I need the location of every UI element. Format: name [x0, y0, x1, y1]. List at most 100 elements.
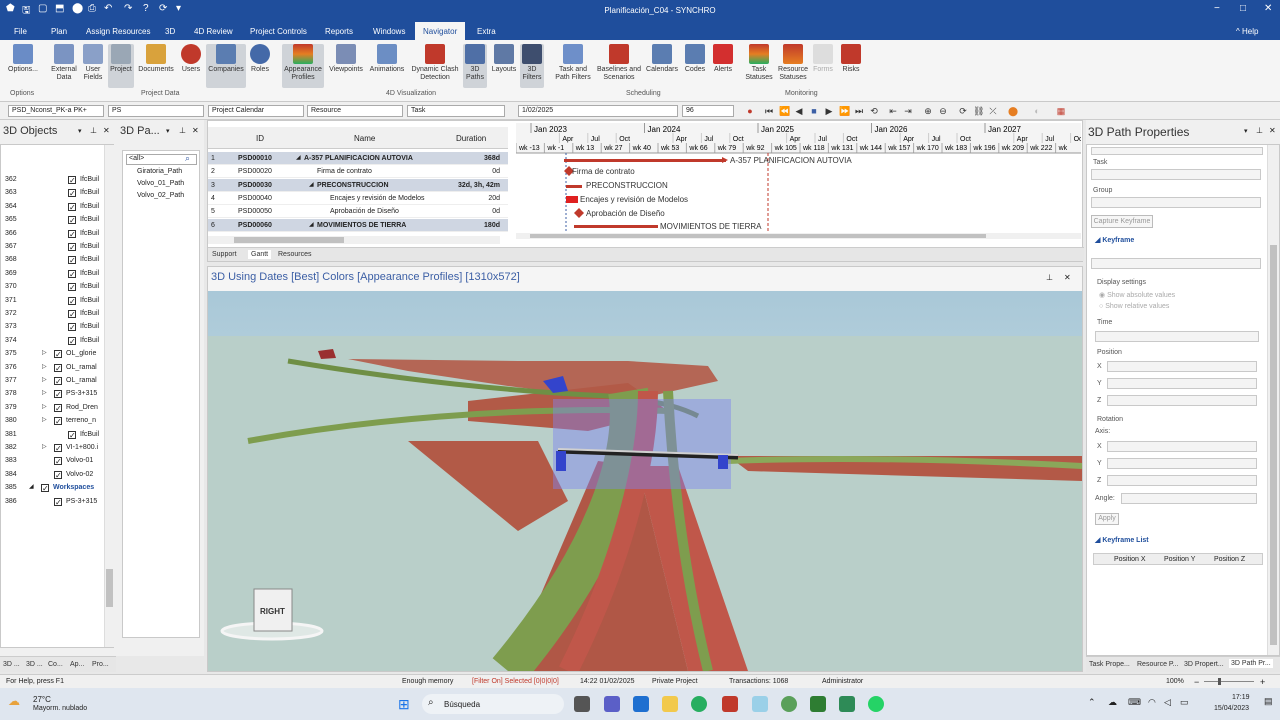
- menu-plan[interactable]: Plan: [51, 27, 67, 36]
- new-icon[interactable]: ▢: [38, 3, 47, 14]
- pin-icon[interactable]: ⊥: [90, 126, 97, 135]
- zoom-slider[interactable]: [1204, 681, 1254, 682]
- store-icon[interactable]: [633, 696, 649, 712]
- visibility-checkbox[interactable]: [68, 174, 76, 186]
- collapse-icon[interactable]: ◢: [309, 179, 314, 192]
- ps-combo[interactable]: PS: [108, 105, 204, 117]
- tree-row[interactable]: 374 IfcBuil: [1, 334, 104, 347]
- help-icon[interactable]: ?: [143, 3, 149, 14]
- companies-button[interactable]: Companies: [206, 44, 246, 88]
- expand-icon[interactable]: ▷: [42, 361, 47, 374]
- rot-z-field[interactable]: [1107, 475, 1257, 486]
- tab-3d-properties[interactable]: 3D Propert...: [1184, 661, 1224, 668]
- rot-y-field[interactable]: [1107, 458, 1257, 469]
- stop-icon[interactable]: ■: [809, 106, 819, 116]
- appearance-profiles-button[interactable]: Appearance Profiles: [282, 44, 324, 88]
- notifications-icon[interactable]: ▤: [1264, 696, 1273, 707]
- resource-statuses-button[interactable]: Resource Statuses: [776, 44, 810, 82]
- col-position-z[interactable]: Position Z: [1214, 556, 1245, 563]
- props-scrollbar[interactable]: [1267, 145, 1279, 655]
- play-back-icon[interactable]: ◀: [794, 106, 804, 116]
- visibility-checkbox[interactable]: [54, 375, 62, 387]
- task-path-filters-button[interactable]: Task and Path Filters: [552, 44, 594, 82]
- menu-extra[interactable]: Extra: [477, 27, 496, 36]
- props-top-field[interactable]: [1091, 147, 1263, 155]
- menu-4d-review[interactable]: 4D Review: [194, 27, 233, 36]
- start-button-icon[interactable]: ⊞: [398, 696, 410, 713]
- tab-co[interactable]: Co...: [48, 661, 63, 668]
- snapshot-icon[interactable]: ▦: [1056, 106, 1066, 116]
- paths-menu-icon[interactable]: ▾: [166, 127, 170, 135]
- visibility-checkbox[interactable]: [68, 214, 76, 226]
- expand-icon[interactable]: ▷: [42, 374, 47, 387]
- menu-3d[interactable]: 3D: [165, 27, 175, 36]
- refresh-icon[interactable]: ⟳: [159, 3, 167, 14]
- tree-row[interactable]: 366 IfcBuil: [1, 227, 104, 240]
- close-button[interactable]: ✕: [1264, 3, 1272, 14]
- zoom-in-button[interactable]: +: [1260, 677, 1265, 687]
- gantt-row[interactable]: 1 PSD00010 ◢ A-357 PLANIFICACION AUTOVIA 368…: [208, 152, 508, 165]
- tab-gantt[interactable]: Gantt: [248, 250, 272, 259]
- visibility-checkbox[interactable]: [41, 482, 49, 494]
- expand-icon[interactable]: ◢: [29, 481, 34, 494]
- tree-row[interactable]: 369 IfcBuil: [1, 267, 104, 280]
- pos-y-field[interactable]: [1107, 378, 1257, 389]
- roles-button[interactable]: Roles: [248, 44, 272, 74]
- pos-z-field[interactable]: [1107, 395, 1257, 406]
- layout-combo[interactable]: PSD_Nconst_PK-a PK+: [8, 105, 104, 117]
- app-icon-2[interactable]: [781, 696, 797, 712]
- settings-icon[interactable]: ⬤: [72, 3, 83, 14]
- tree-row[interactable]: 385 ◢ Workspaces: [1, 481, 104, 494]
- tree-row[interactable]: 363 IfcBuil: [1, 186, 104, 199]
- zoom-out-button[interactable]: −: [1194, 677, 1199, 687]
- codes-button[interactable]: Codes: [682, 44, 708, 74]
- task-field[interactable]: [1091, 169, 1261, 180]
- path-item[interactable]: Giratoria_Path: [137, 168, 182, 175]
- keyframe-section[interactable]: ◢ Keyframe: [1095, 236, 1134, 244]
- menu-navigator[interactable]: Navigator: [415, 22, 466, 40]
- menu-windows[interactable]: Windows: [373, 27, 405, 36]
- collapse-icon[interactable]: ◢: [309, 219, 314, 232]
- tree-row[interactable]: 380 ▷ terreno_n: [1, 414, 104, 427]
- link-icon[interactable]: ⛓: [973, 106, 984, 116]
- tree-row[interactable]: 371 IfcBuil: [1, 294, 104, 307]
- menu-assign-resources[interactable]: Assign Resources: [86, 27, 150, 36]
- visibility-checkbox[interactable]: [68, 228, 76, 240]
- loop-icon[interactable]: ⟲: [869, 106, 879, 116]
- gantt-h-scrollbar[interactable]: [208, 236, 500, 244]
- tree-row[interactable]: 365 IfcBuil: [1, 213, 104, 226]
- app-icon-1[interactable]: [752, 696, 768, 712]
- tree-row[interactable]: 384 Volvo-02: [1, 468, 104, 481]
- props-menu-icon[interactable]: ▾: [1244, 127, 1248, 135]
- sync-icon[interactable]: ⟳: [958, 106, 968, 116]
- tree-row[interactable]: 373 IfcBuil: [1, 320, 104, 333]
- tree-row[interactable]: 376 ▷ OL_ramal: [1, 361, 104, 374]
- alerts-button[interactable]: Alerts: [710, 44, 736, 74]
- color-icon[interactable]: ⬤: [1008, 106, 1018, 116]
- help-menu[interactable]: ^ Help: [1236, 27, 1258, 36]
- collapse-icon[interactable]: ◢: [296, 152, 301, 165]
- teams-icon[interactable]: [604, 696, 620, 712]
- pdf-icon[interactable]: [722, 696, 738, 712]
- close-panel-icon[interactable]: ✕: [103, 126, 110, 135]
- options-button[interactable]: Options...: [4, 44, 42, 74]
- zoom-in-icon[interactable]: ⊕: [923, 106, 933, 116]
- animations-button[interactable]: Animations: [368, 44, 406, 74]
- show-absolute-radio[interactable]: ◉ Show absolute values: [1099, 291, 1175, 299]
- angle-field[interactable]: [1121, 493, 1257, 504]
- gantt-scroll-thumb[interactable]: [234, 237, 344, 243]
- group-field[interactable]: [1091, 197, 1261, 208]
- tab-ap[interactable]: Ap...: [70, 661, 84, 668]
- minimize-button[interactable]: −: [1214, 3, 1220, 14]
- time-field[interactable]: [1095, 331, 1259, 342]
- scrollbar-thumb[interactable]: [106, 569, 113, 607]
- apply-button[interactable]: Apply: [1095, 513, 1119, 525]
- play-icon[interactable]: ▶: [824, 106, 834, 116]
- tree-row[interactable]: 378 ▷ PS-3+315: [1, 387, 104, 400]
- tab-resource-properties[interactable]: Resource P...: [1137, 661, 1179, 668]
- step-back-icon[interactable]: ⏪: [779, 106, 790, 116]
- col-name-header[interactable]: Name: [354, 134, 375, 143]
- visibility-checkbox[interactable]: [54, 402, 62, 414]
- visibility-checkbox[interactable]: [68, 321, 76, 333]
- keyframe-list-section[interactable]: ◢ Keyframe List: [1095, 536, 1149, 544]
